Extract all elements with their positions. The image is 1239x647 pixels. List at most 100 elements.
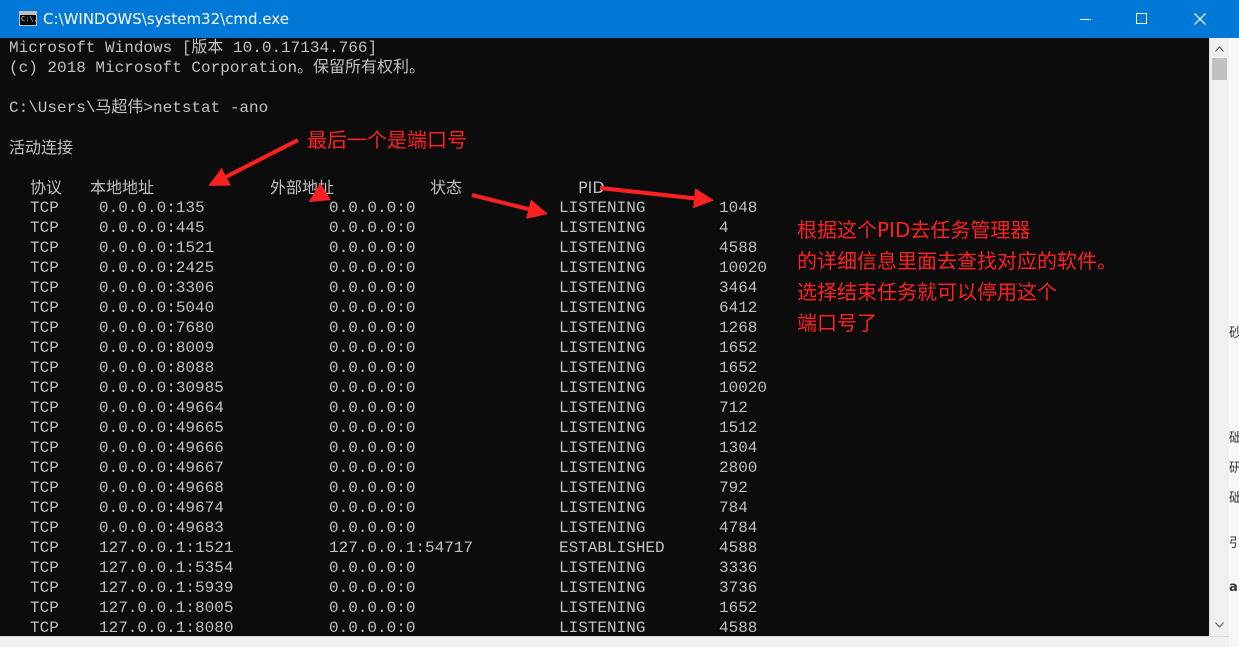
- row-pid: 712: [719, 399, 748, 417]
- table-row: TCP 127.0.0.1:8080 0.0.0.0:0 LISTENING 4588: [0, 618, 1209, 636]
- row-pid: 4784: [719, 519, 758, 537]
- row-pid: 784: [719, 499, 748, 517]
- background-window-text: 础: [1229, 431, 1239, 446]
- title-bar[interactable]: C:\. C:\WINDOWS\system32\cmd.exe: [0, 0, 1239, 38]
- row-protocol: TCP: [30, 479, 59, 497]
- console-intro-line: (c) 2018 Microsoft Corporation。保留所有权利。: [9, 59, 426, 77]
- column-header-pid: PID: [578, 178, 605, 197]
- row-state: LISTENING: [559, 339, 646, 357]
- maximize-icon: [1136, 13, 1147, 24]
- row-protocol: TCP: [30, 559, 59, 577]
- row-pid: 1652: [719, 339, 758, 357]
- row-local-address: 0.0.0.0:135: [99, 199, 205, 217]
- row-protocol: TCP: [30, 259, 59, 277]
- row-foreign-address: 0.0.0.0:0: [329, 619, 416, 636]
- row-protocol: TCP: [30, 419, 59, 437]
- row-local-address: 0.0.0.0:49668: [99, 479, 224, 497]
- row-protocol: TCP: [30, 319, 59, 337]
- row-protocol: TCP: [30, 599, 59, 617]
- table-row: TCP 0.0.0.0:49664 0.0.0.0:0 LISTENING 712: [0, 398, 1209, 418]
- table-row: TCP 127.0.0.1:5354 0.0.0.0:0 LISTENING 3336: [0, 558, 1209, 578]
- chevron-up-icon: [1215, 46, 1224, 52]
- row-pid: 4: [719, 219, 729, 237]
- row-state: ESTABLISHED: [559, 539, 665, 557]
- row-state: LISTENING: [559, 479, 646, 497]
- row-state: LISTENING: [559, 559, 646, 577]
- row-state: LISTENING: [559, 459, 646, 477]
- row-state: LISTENING: [559, 439, 646, 457]
- row-local-address: 127.0.0.1:8080: [99, 619, 234, 636]
- row-foreign-address: 0.0.0.0:0: [329, 319, 416, 337]
- row-foreign-address: 0.0.0.0:0: [329, 239, 416, 257]
- row-pid: 1048: [719, 199, 758, 217]
- table-row: TCP 127.0.0.1:1521 127.0.0.1:54717 ESTABLIS…: [0, 538, 1209, 558]
- row-protocol: TCP: [30, 579, 59, 597]
- row-pid: 4588: [719, 239, 758, 257]
- table-row: TCP 0.0.0.0:49674 0.0.0.0:0 LISTENING 784: [0, 498, 1209, 518]
- row-foreign-address: 0.0.0.0:0: [329, 419, 416, 437]
- row-local-address: 0.0.0.0:49667: [99, 459, 224, 477]
- row-foreign-address: 0.0.0.0:0: [329, 399, 416, 417]
- row-state: LISTENING: [559, 219, 646, 237]
- chevron-down-icon: [1215, 622, 1224, 628]
- row-foreign-address: 0.0.0.0:0: [329, 339, 416, 357]
- background-window-text: a: [1229, 580, 1238, 595]
- row-protocol: TCP: [30, 339, 59, 357]
- vertical-scrollbar[interactable]: [1209, 38, 1229, 636]
- row-foreign-address: 0.0.0.0:0: [329, 479, 416, 497]
- background-window-right-edge: [1229, 38, 1239, 647]
- row-local-address: 0.0.0.0:445: [99, 219, 205, 237]
- row-foreign-address: 0.0.0.0:0: [329, 259, 416, 277]
- row-protocol: TCP: [30, 439, 59, 457]
- background-window-text: 研: [1229, 461, 1239, 476]
- row-local-address: 0.0.0.0:8088: [99, 359, 215, 377]
- row-pid: 10020: [719, 379, 768, 397]
- minimize-button[interactable]: [1056, 0, 1114, 38]
- row-state: LISTENING: [559, 619, 646, 636]
- row-protocol: TCP: [30, 459, 59, 477]
- row-pid: 1304: [719, 439, 758, 457]
- row-state: LISTENING: [559, 359, 646, 377]
- row-pid: 1652: [719, 599, 758, 617]
- row-state: LISTENING: [559, 519, 646, 537]
- column-header-local-address: 本地地址: [90, 178, 155, 197]
- row-foreign-address: 0.0.0.0:0: [329, 199, 416, 217]
- column-header-state: 状态: [430, 178, 463, 197]
- table-row: TCP 127.0.0.1:5939 0.0.0.0:0 LISTENING 3736: [0, 578, 1209, 598]
- background-window-text: 础: [1229, 491, 1239, 506]
- row-foreign-address: 0.0.0.0:0: [329, 459, 416, 477]
- row-pid: 1512: [719, 419, 758, 437]
- table-row: TCP 0.0.0.0:49683 0.0.0.0:0 LISTENING 4784: [0, 518, 1209, 538]
- row-local-address: 0.0.0.0:2425: [99, 259, 215, 277]
- row-foreign-address: 127.0.0.1:54717: [329, 539, 474, 557]
- row-state: LISTENING: [559, 499, 646, 517]
- window-title: C:\WINDOWS\system32\cmd.exe: [43, 10, 289, 28]
- row-local-address: 0.0.0.0:49666: [99, 439, 224, 457]
- row-state: LISTENING: [559, 239, 646, 257]
- scroll-down-button[interactable]: [1210, 616, 1229, 634]
- row-local-address: 0.0.0.0:49683: [99, 519, 224, 537]
- table-row: TCP 0.0.0.0:49666 0.0.0.0:0 LISTENING 1304: [0, 438, 1209, 458]
- row-protocol: TCP: [30, 219, 59, 237]
- row-local-address: 0.0.0.0:3306: [99, 279, 215, 297]
- scroll-thumb[interactable]: [1212, 58, 1227, 80]
- row-foreign-address: 0.0.0.0:0: [329, 519, 416, 537]
- close-button[interactable]: [1172, 0, 1230, 38]
- row-local-address: 0.0.0.0:1521: [99, 239, 215, 257]
- maximize-button[interactable]: [1114, 0, 1172, 38]
- row-local-address: 0.0.0.0:5040: [99, 299, 215, 317]
- cmd-icon[interactable]: C:\.: [19, 11, 38, 26]
- column-header-protocol: 协议: [30, 178, 63, 197]
- row-protocol: TCP: [30, 539, 59, 557]
- scroll-up-button[interactable]: [1210, 40, 1229, 58]
- row-local-address: 127.0.0.1:1521: [99, 539, 234, 557]
- row-state: LISTENING: [559, 579, 646, 597]
- row-pid: 3736: [719, 579, 758, 597]
- row-protocol: TCP: [30, 399, 59, 417]
- row-pid: 4588: [719, 619, 758, 636]
- row-foreign-address: 0.0.0.0:0: [329, 439, 416, 457]
- table-row: TCP 0.0.0.0:8009 0.0.0.0:0 LISTENING 1652: [0, 338, 1209, 358]
- table-row: TCP 0.0.0.0:49668 0.0.0.0:0 LISTENING 792: [0, 478, 1209, 498]
- row-pid: 3464: [719, 279, 758, 297]
- row-local-address: 127.0.0.1:5354: [99, 559, 234, 577]
